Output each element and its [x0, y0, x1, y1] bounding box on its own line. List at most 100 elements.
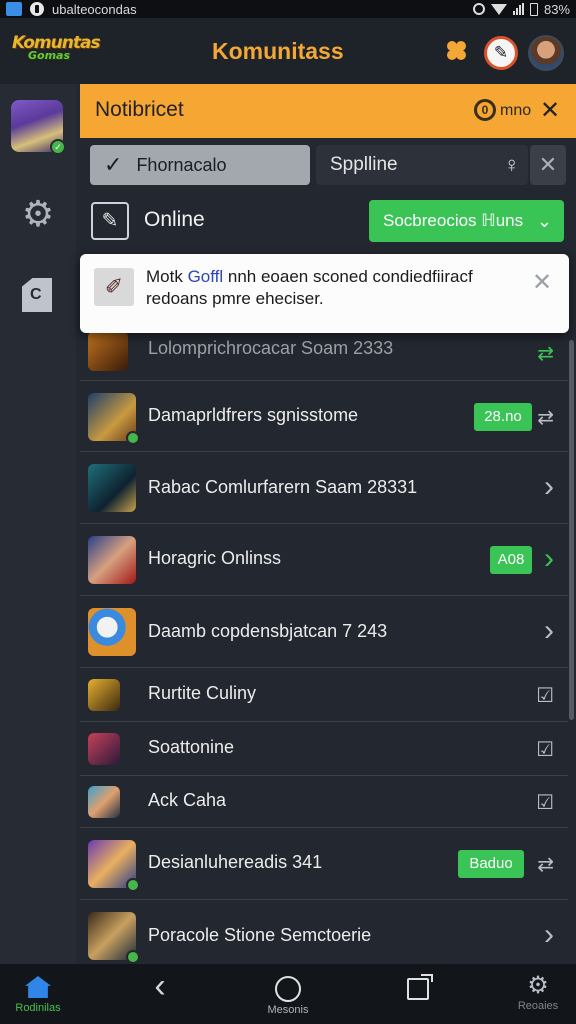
community-avatar[interactable]: ✓ — [11, 100, 66, 155]
list-item-thumbnail — [88, 464, 136, 512]
battery-icon — [529, 2, 538, 16]
gear-icon: ⚙ — [527, 972, 549, 999]
mode-icon[interactable]: 0 — [474, 99, 496, 121]
wifi-icon — [490, 3, 507, 15]
info-icon — [30, 2, 44, 16]
chevron-down-icon: ⌄ — [536, 211, 552, 231]
battery-level: 83% — [543, 1, 570, 17]
pin-icon: ✎ — [493, 43, 509, 62]
list-item[interactable]: Rurtite Culiny ☑ — [80, 668, 568, 722]
scrollbar[interactable] — [569, 340, 574, 720]
list-item-thumbnail — [88, 536, 136, 584]
bulb-icon: ♀ — [503, 152, 521, 177]
notification-bar: Notibricet 0 mno ✕ — [80, 84, 576, 138]
gear-icon[interactable]: ⚙ — [20, 196, 56, 232]
status-badge: Baduo — [458, 850, 524, 878]
list-item-name: Lolomprichrocacar Soam 2333 — [148, 338, 394, 358]
document-icon[interactable]: C — [22, 278, 52, 312]
check-icon: ✓ — [104, 152, 123, 177]
notification-bar-title: Notibricet — [95, 98, 184, 121]
list-item-action-icon[interactable]: ⇄ — [537, 405, 554, 430]
back-icon: ‹ — [154, 967, 166, 1005]
verified-badge-icon: ✓ — [50, 139, 66, 155]
filter-chip-other[interactable]: Spplline ♀ — [316, 145, 528, 185]
recents-icon — [407, 974, 433, 1000]
toast-close-icon[interactable]: ✕ — [532, 268, 552, 297]
list-item-thumbnail — [88, 840, 140, 892]
verified-badge-icon — [126, 950, 140, 964]
list-item-name: Rurtite Culiny — [148, 683, 257, 703]
mode-label[interactable]: mno — [500, 102, 531, 120]
status-bar: ubalteocondas 83% — [0, 0, 576, 18]
list-item-name: Rabac Comlurfarern Saam 28331 — [148, 477, 418, 497]
left-rail: ✓ ⚙ C — [0, 84, 76, 964]
list-item-thumbnail — [88, 333, 128, 371]
toast-text-start: Motk — [146, 267, 188, 286]
list-item-thumbnail — [88, 608, 136, 656]
list-item-name: Soattonine — [148, 737, 235, 757]
nav-home-label: Rodinilas — [15, 1002, 61, 1014]
pin-button[interactable]: ✎ — [484, 36, 518, 70]
list-item[interactable]: Desianluhereadis 341 Baduo ⇄ — [80, 828, 568, 900]
status-badge: A08 — [490, 546, 532, 574]
toast-notification: ✐ Motk Goffl nnh eoaen sconed condiedfii… — [80, 254, 569, 333]
filter-chip-other-label: Spplline — [330, 154, 398, 175]
list-item-name: Ack Caha — [148, 790, 227, 810]
profile-avatar[interactable] — [528, 35, 564, 71]
nav-home[interactable]: Rodinilas — [6, 964, 70, 1024]
list-item-action-icon[interactable]: ⇄ — [537, 852, 554, 877]
toast-link[interactable]: Goffl — [188, 267, 224, 286]
bottom-nav: Rodinilas ‹ Mesonis ⚙ Reoaies — [0, 964, 576, 1024]
list-item[interactable]: Damaprldfrers sgnisstome 28.no ⇄ — [80, 381, 568, 452]
list-item-thumbnail — [88, 679, 120, 711]
filter-chip-selected-label: Fhornacalo — [136, 154, 227, 175]
nav-circle[interactable]: Mesonis — [258, 964, 318, 1024]
verified-badge-icon — [126, 878, 140, 892]
nav-settings-label: Reoaies — [517, 1000, 559, 1012]
nav-circle-label: Mesonis — [267, 1004, 309, 1016]
nav-settings[interactable]: ⚙ Reoaies — [508, 964, 568, 1024]
list-item[interactable]: Horagric Onlinss A08 › — [80, 524, 568, 596]
list-item-name: Poracole Stione Semctoerie — [148, 925, 372, 945]
filter-chip-selected[interactable]: ✓ Fhornacalo — [90, 145, 310, 185]
close-icon[interactable]: ✕ — [540, 96, 560, 125]
list-item[interactable]: Poracole Stione Semctoerie › — [80, 900, 568, 964]
list-item-action-icon[interactable]: ☑ — [536, 737, 554, 762]
verified-badge-icon — [126, 430, 140, 445]
list-item-action-icon[interactable]: ☑ — [536, 790, 554, 815]
community-list: Lolomprichrocacar Soam 2333 ⇄ Damaprldfrer… — [80, 333, 568, 964]
clear-filter-button[interactable]: ✕ — [530, 145, 566, 185]
list-item-action-icon[interactable]: › — [544, 470, 554, 504]
list-item[interactable]: Ack Caha ☑ — [80, 776, 568, 828]
list-item-action-icon[interactable]: ☑ — [536, 683, 554, 708]
list-item-action-icon[interactable]: › — [544, 918, 554, 952]
list-item-thumbnail — [88, 733, 120, 765]
list-item[interactable]: Rabac Comlurfarern Saam 28331 › — [80, 452, 568, 524]
circle-icon — [275, 976, 301, 1002]
app-notification-icon — [6, 2, 22, 16]
list-item-action-icon[interactable]: › — [544, 542, 554, 576]
nav-recents[interactable] — [398, 964, 438, 1024]
home-icon — [25, 976, 51, 998]
list-item-thumbnail — [88, 786, 120, 818]
status-carrier-text: ubalteocondas — [52, 1, 137, 17]
list-item[interactable]: Daamb copdensbjatcan 7 243 › — [80, 596, 568, 668]
alarm-icon — [472, 3, 485, 15]
toast-message: Motk Goffl nnh eoaen sconed condiedfiira… — [146, 266, 526, 310]
list-item-thumbnail — [88, 912, 140, 964]
nav-back[interactable]: ‹ — [140, 964, 180, 1024]
edit-icon[interactable]: ✎ — [91, 202, 129, 240]
app-logo[interactable]: Komuntas Gomas — [12, 35, 101, 69]
list-item-name: Horagric Onlinss — [148, 548, 282, 568]
list-item[interactable]: Soattonine ☑ — [80, 722, 568, 776]
document-icon-glyph: C — [30, 286, 42, 303]
list-item-name: Daamb copdensbjatcan 7 243 — [148, 621, 388, 641]
list-item-name: Desianluhereadis 341 — [148, 852, 323, 872]
status-badge: 28.no — [474, 402, 532, 431]
list-item[interactable]: Lolomprichrocacar Soam 2333 ⇄ — [80, 333, 568, 381]
list-item-action-icon[interactable]: ⇄ — [537, 341, 554, 366]
sort-dropdown-button[interactable]: Socbreocios ℍuns ⌄ — [369, 200, 564, 242]
toast-icon: ✐ — [94, 268, 134, 306]
list-item-action-icon[interactable]: › — [544, 614, 554, 648]
list-item-thumbnail — [88, 392, 140, 445]
